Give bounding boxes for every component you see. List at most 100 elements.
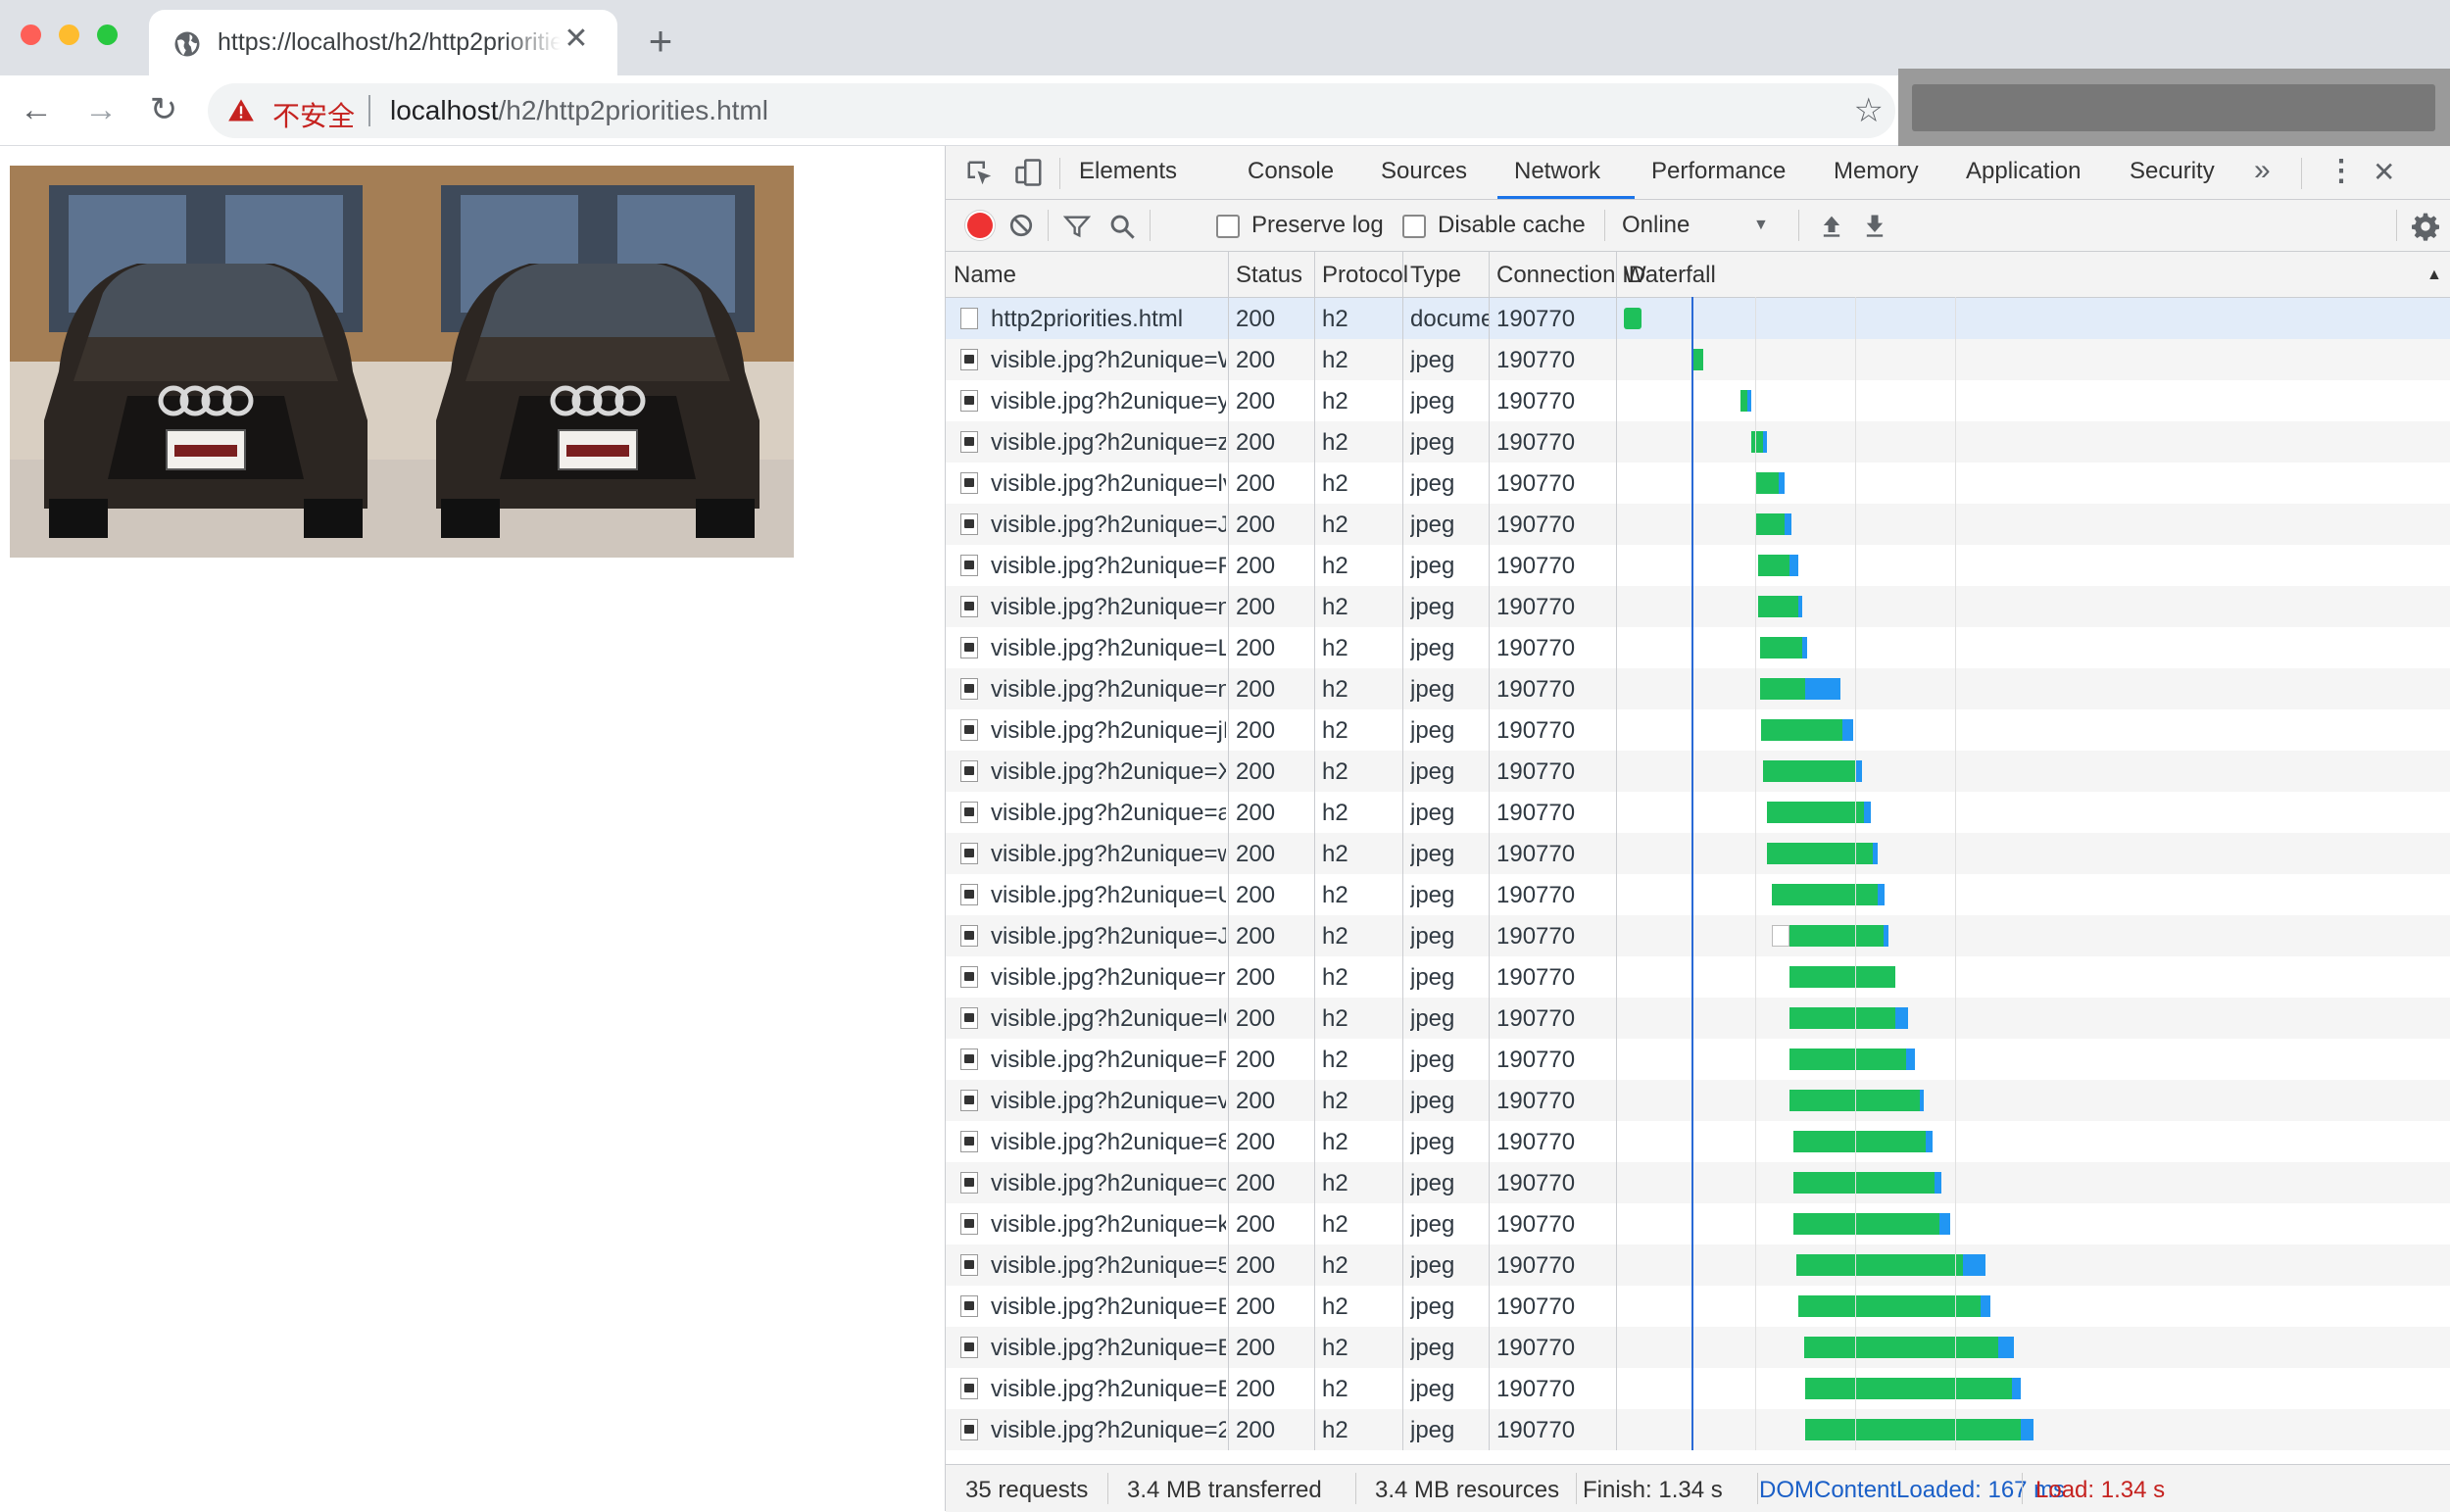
dom-content-loaded-time: DOMContentLoaded: 167 ms bbox=[1759, 1477, 2066, 1503]
column-waterfall[interactable]: Waterfall bbox=[1624, 262, 1716, 289]
clear-icon[interactable] bbox=[1008, 213, 1034, 238]
request-row[interactable]: visible.jpg?h2unique=8g8gFSpGvq 200 h2 jpeg… bbox=[946, 1121, 2450, 1162]
device-toolbar-icon[interactable] bbox=[1014, 158, 1044, 187]
request-type: jpeg bbox=[1410, 717, 1455, 744]
request-row[interactable]: http2priorities.html 200 h2 document 190770 bbox=[946, 298, 2450, 339]
request-name: visible.jpg?h2unique=lOD9MfKLAJ bbox=[991, 1005, 1226, 1032]
request-row[interactable]: visible.jpg?h2unique=Jef0p4Y4e4 200 h2 jpeg… bbox=[946, 504, 2450, 545]
close-devtools-icon[interactable]: ✕ bbox=[2373, 156, 2395, 188]
request-row[interactable]: visible.jpg?h2unique=5tLFiRaFUS 200 h2 jpeg… bbox=[946, 1244, 2450, 1286]
forward-button[interactable]: → bbox=[80, 89, 122, 130]
waterfall-waiting-segment bbox=[1756, 472, 1780, 494]
request-row[interactable]: visible.jpg?h2unique=FWUgBBk5cJ 200 h2 jpeg… bbox=[946, 545, 2450, 586]
more-tabs-icon[interactable]: » bbox=[2254, 154, 2271, 187]
column-status[interactable]: Status bbox=[1236, 262, 1302, 289]
tab-memory[interactable]: Memory bbox=[1834, 158, 1919, 185]
address-bar[interactable]: 不安全 localhost/h2/http2priorities.html ☆ bbox=[208, 83, 1895, 138]
bookmark-star-icon[interactable]: ☆ bbox=[1854, 91, 1884, 130]
sort-ascending-icon[interactable]: ▲ bbox=[2426, 267, 2442, 284]
record-button[interactable] bbox=[967, 213, 993, 238]
menu-kebab-icon[interactable]: ⋮ bbox=[2327, 154, 2356, 188]
waterfall-waiting-segment bbox=[1805, 1419, 2021, 1440]
request-row[interactable]: visible.jpg?h2unique=nSSOOwzGbT 200 h2 jpeg… bbox=[946, 668, 2450, 709]
request-row[interactable]: visible.jpg?h2unique=rELlcRUVLC 200 h2 jpeg… bbox=[946, 956, 2450, 998]
image-file-icon bbox=[960, 1049, 978, 1070]
throttling-select[interactable]: Online ▼ bbox=[1622, 200, 1779, 251]
preserve-log-checkbox[interactable] bbox=[1216, 215, 1240, 238]
request-row[interactable]: visible.jpg?h2unique=lvHr28SHBf 200 h2 jpeg… bbox=[946, 463, 2450, 504]
request-row[interactable]: visible.jpg?h2unique=EzJR8NC86I 200 h2 jpeg… bbox=[946, 1368, 2450, 1409]
request-row[interactable]: visible.jpg?h2unique=kM1qVStssP 200 h2 jpeg… bbox=[946, 1203, 2450, 1244]
browser-tab[interactable]: https://localhost/h2/http2priorities.htm… bbox=[149, 10, 617, 75]
request-row[interactable]: visible.jpg?h2unique=v0hpBl6Wd8 200 h2 jpeg… bbox=[946, 1080, 2450, 1121]
request-row[interactable]: visible.jpg?h2unique=n4yB47XER1 200 h2 jpeg… bbox=[946, 586, 2450, 627]
request-connection-id: 190770 bbox=[1496, 882, 1576, 908]
request-connection-id: 190770 bbox=[1496, 553, 1576, 579]
request-row[interactable]: visible.jpg?h2unique=o35z0BzzBi 200 h2 jpeg… bbox=[946, 1162, 2450, 1203]
waterfall-waiting-segment bbox=[1624, 308, 1642, 329]
request-protocol: h2 bbox=[1322, 594, 1348, 620]
request-connection-id: 190770 bbox=[1496, 1211, 1576, 1238]
settings-gear-icon[interactable] bbox=[2410, 211, 2441, 242]
request-connection-id: 190770 bbox=[1496, 758, 1576, 785]
request-row[interactable]: visible.jpg?h2unique=R1VdOYioG2 200 h2 jpeg… bbox=[946, 1039, 2450, 1080]
not-secure-label[interactable]: 不安全 bbox=[272, 95, 355, 134]
tab-security[interactable]: Security bbox=[2130, 158, 2215, 185]
waterfall-waiting-segment bbox=[1756, 513, 1785, 535]
tab-console[interactable]: Console bbox=[1248, 158, 1334, 185]
tab-close-icon[interactable]: ✕ bbox=[559, 22, 594, 57]
export-har-icon[interactable] bbox=[1861, 212, 1888, 239]
request-status: 200 bbox=[1236, 594, 1276, 620]
column-name[interactable]: Name bbox=[954, 262, 1016, 289]
request-row[interactable]: visible.jpg?h2unique=JYJQlfVUbc 200 h2 jpeg… bbox=[946, 915, 2450, 956]
request-row[interactable]: visible.jpg?h2unique=jMMJet24uN 200 h2 jpeg… bbox=[946, 709, 2450, 751]
tab-sources[interactable]: Sources bbox=[1381, 158, 1467, 185]
request-row[interactable]: visible.jpg?h2unique=yBCFfe2Pop 200 h2 jpeg… bbox=[946, 380, 2450, 421]
reload-button[interactable]: ↻ bbox=[143, 89, 184, 130]
request-row[interactable]: visible.jpg?h2unique=aRcvNcGH1p 200 h2 jpeg… bbox=[946, 792, 2450, 833]
request-row[interactable]: visible.jpg?h2unique=LFgbFUSuYH 200 h2 jpeg… bbox=[946, 627, 2450, 668]
minimize-window-button[interactable] bbox=[59, 24, 79, 45]
request-row[interactable]: visible.jpg?h2unique=2uPa8i4nEZ 200 h2 jpeg… bbox=[946, 1409, 2450, 1450]
request-status: 200 bbox=[1236, 1211, 1276, 1238]
tab-strip: https://localhost/h2/http2priorities.htm… bbox=[0, 0, 2450, 75]
request-protocol: h2 bbox=[1322, 1088, 1348, 1114]
image-file-icon bbox=[960, 1254, 978, 1276]
column-type[interactable]: Type bbox=[1410, 262, 1461, 289]
request-name: visible.jpg?h2unique=o35z0BzzBi bbox=[991, 1170, 1226, 1196]
column-protocol[interactable]: Protocol bbox=[1322, 262, 1408, 289]
url-text[interactable]: localhost/h2/http2priorities.html bbox=[390, 95, 768, 126]
request-row[interactable]: visible.jpg?h2unique=Wyj88M49OQ 200 h2 jpeg… bbox=[946, 339, 2450, 380]
tab-performance[interactable]: Performance bbox=[1651, 158, 1786, 185]
image-file-icon bbox=[960, 349, 978, 370]
image-file-icon bbox=[960, 884, 978, 905]
request-row[interactable]: visible.jpg?h2unique=lOD9MfKLAJ 200 h2 jpeg… bbox=[946, 998, 2450, 1039]
waterfall-download-segment bbox=[1925, 1131, 1933, 1152]
filter-icon[interactable] bbox=[1063, 213, 1091, 240]
import-har-icon[interactable] bbox=[1818, 212, 1845, 239]
request-row[interactable]: visible.jpg?h2unique=wD10Qa7YvC 200 h2 jpeg… bbox=[946, 833, 2450, 874]
waterfall-waiting-segment bbox=[1766, 802, 1864, 823]
devtools-panel: Elements Console Sources Network Performance… bbox=[945, 146, 2450, 1512]
search-icon[interactable] bbox=[1108, 213, 1136, 240]
inspect-element-icon[interactable] bbox=[965, 159, 995, 188]
maximize-window-button[interactable] bbox=[97, 24, 118, 45]
request-row[interactable]: visible.jpg?h2unique=Bk7JCYMeGs 200 h2 jpeg… bbox=[946, 1286, 2450, 1327]
close-window-button[interactable] bbox=[21, 24, 41, 45]
image-file-icon bbox=[960, 1131, 978, 1152]
new-tab-button[interactable]: + bbox=[639, 20, 682, 63]
waterfall-waiting-segment bbox=[1792, 1172, 1935, 1194]
request-row[interactable]: visible.jpg?h2unique=UXTScEbR5h 200 h2 jpeg… bbox=[946, 874, 2450, 915]
request-type: jpeg bbox=[1410, 1129, 1455, 1155]
tab-network[interactable]: Network bbox=[1514, 158, 1600, 185]
request-row[interactable]: visible.jpg?h2unique=XiYhll0cuo 200 h2 jpeg… bbox=[946, 751, 2450, 792]
disable-cache-checkbox[interactable] bbox=[1402, 215, 1426, 238]
request-status: 200 bbox=[1236, 512, 1276, 538]
request-row[interactable]: visible.jpg?h2unique=BdWa90JPx4 200 h2 jpeg… bbox=[946, 1327, 2450, 1368]
back-button[interactable]: ← bbox=[16, 89, 57, 130]
request-row[interactable]: visible.jpg?h2unique=zexcuHjo4C 200 h2 jpeg… bbox=[946, 421, 2450, 463]
tab-elements[interactable]: Elements bbox=[1079, 158, 1177, 185]
tab-application[interactable]: Application bbox=[1966, 158, 2081, 185]
request-protocol: h2 bbox=[1322, 388, 1348, 415]
waterfall-waiting-segment bbox=[1798, 1295, 1981, 1317]
